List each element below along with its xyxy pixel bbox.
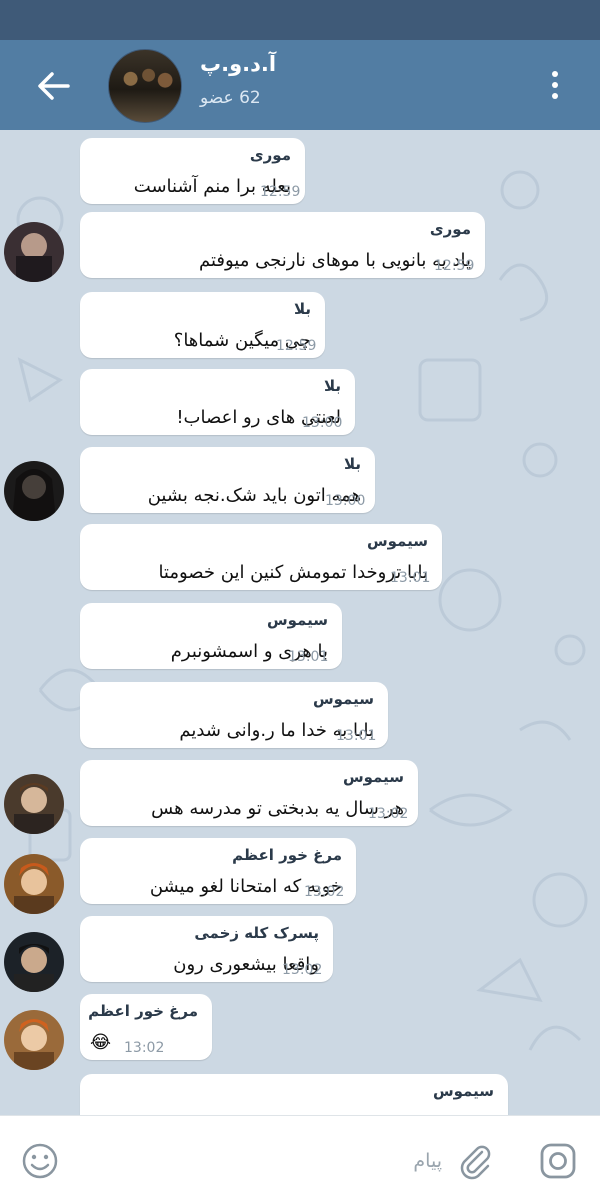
list-item[interactable]: پسرک کله زخمی واقعا بیشعوری رون 13:02	[0, 914, 600, 992]
message-composer	[0, 1115, 600, 1201]
list-item[interactable]: مرغ خور اعظم خوبه که امتحانا لغو میشن 13…	[0, 836, 600, 914]
sender-name[interactable]: بلا	[294, 300, 311, 318]
list-item[interactable]: سیموس	[0, 1070, 600, 1115]
message-time: 12:59	[276, 338, 317, 354]
message-bubble[interactable]: پسرک کله زخمی واقعا بیشعوری رون 13:02	[80, 916, 333, 982]
camera-icon[interactable]	[538, 1141, 578, 1181]
message-time: 13:00	[302, 415, 343, 431]
message-text: یاد یه بانویی با موهای نارنجی میوفتم	[198, 250, 471, 271]
message-bubble[interactable]: مرغ خور اعظم خوبه که امتحانا لغو میشن 13…	[80, 838, 356, 904]
list-item[interactable]: سیموس با هری و اسمشونبرم 13:01	[0, 601, 600, 677]
message-time: 13:02	[304, 884, 345, 900]
emoji-text: 😂	[90, 1032, 112, 1053]
message-bubble[interactable]: سیموس بابا تروخدا تمومش کنین این خصومتا …	[80, 524, 442, 590]
message-bubble[interactable]: موری یاد یه بانویی با موهای نارنجی میوفت…	[80, 212, 485, 278]
avatar[interactable]	[4, 854, 64, 914]
list-item[interactable]: بلا لعنتی های رو اعصاب! 13:00	[0, 367, 600, 443]
list-item[interactable]: بلا چی میگین شماها؟ 12:59	[0, 288, 600, 364]
member-count: 62 عضو	[200, 88, 261, 108]
sender-name[interactable]: سیموس	[343, 768, 404, 786]
list-item[interactable]: سیموس بابا تروخدا تمومش کنین این خصومتا …	[0, 522, 600, 598]
sender-name[interactable]: مرغ خور اعظم	[88, 1002, 198, 1020]
sender-name[interactable]: بلا	[344, 455, 361, 473]
avatar[interactable]	[4, 932, 64, 992]
message-bubble[interactable]: بلا همه اتون باید شک.نجه بشین 13:00	[80, 447, 375, 513]
chat-header: آ.د.و.پ 62 عضو	[0, 40, 600, 130]
sender-name[interactable]: بلا	[324, 377, 341, 395]
message-time: 13:01	[288, 649, 329, 665]
message-time: 13:02	[282, 962, 323, 978]
list-item[interactable]: سیموس بابا به خدا ما ر.وانی شدیم 13:01	[0, 680, 600, 756]
sender-name[interactable]: موری	[430, 220, 471, 238]
message-time: 12:59	[434, 258, 475, 274]
back-arrow-icon[interactable]	[34, 68, 74, 104]
paperclip-icon[interactable]	[455, 1140, 495, 1180]
sender-name[interactable]: سیموس	[267, 611, 328, 629]
message-text: بابا تروخدا تمومش کنین این خصومتا	[158, 562, 428, 583]
message-bubble[interactable]: سیموس با هری و اسمشونبرم 13:01	[80, 603, 342, 669]
message-time: 13:00	[325, 493, 366, 509]
message-list[interactable]: موری بعله برا منم آشناست 12:59 موری یاد …	[0, 130, 600, 1115]
sender-name[interactable]: مرغ خور اعظم	[232, 846, 342, 864]
message-bubble[interactable]: بلا لعنتی های رو اعصاب! 13:00	[80, 369, 355, 435]
message-time: 13:01	[336, 728, 377, 744]
sender-name[interactable]: پسرک کله زخمی	[194, 924, 319, 942]
message-time: 13:02	[368, 806, 409, 822]
group-avatar[interactable]	[108, 49, 182, 123]
emoji-icon[interactable]	[20, 1141, 60, 1181]
avatar[interactable]	[4, 222, 64, 282]
avatar[interactable]	[4, 774, 64, 834]
sender-name[interactable]: سیموس	[433, 1082, 494, 1100]
message-time: 13:01	[390, 570, 431, 586]
message-bubble[interactable]: سیموس	[80, 1074, 508, 1115]
list-item[interactable]: موری بعله برا منم آشناست 12:59	[0, 130, 600, 206]
message-text: هر سال یه بدبختی تو مدرسه هس	[151, 798, 404, 819]
sender-name[interactable]: سیموس	[367, 532, 428, 550]
message-time: 13:02	[124, 1040, 165, 1056]
group-title[interactable]: آ.د.و.پ	[200, 52, 276, 76]
list-item[interactable]: بلا همه اتون باید شک.نجه بشین 13:00	[0, 445, 600, 521]
message-bubble[interactable]: سیموس بابا به خدا ما ر.وانی شدیم 13:01	[80, 682, 388, 748]
avatar[interactable]	[4, 1010, 64, 1070]
list-item[interactable]: سیموس هر سال یه بدبختی تو مدرسه هس 13:02	[0, 758, 600, 834]
list-item[interactable]: مرغ خور اعظم 😂 13:02	[0, 992, 600, 1070]
sender-name[interactable]: سیموس	[313, 690, 374, 708]
message-bubble[interactable]: موری بعله برا منم آشناست 12:59	[80, 138, 305, 204]
message-bubble[interactable]: سیموس هر سال یه بدبختی تو مدرسه هس 13:02	[80, 760, 418, 826]
message-input[interactable]	[80, 1138, 444, 1184]
message-bubble[interactable]: بلا چی میگین شماها؟ 12:59	[80, 292, 325, 358]
message-time: 12:59	[260, 184, 301, 200]
avatar[interactable]	[4, 461, 64, 521]
list-item[interactable]: موری یاد یه بانویی با موهای نارنجی میوفت…	[0, 208, 600, 284]
message-bubble[interactable]: مرغ خور اعظم 😂 13:02	[80, 994, 212, 1060]
more-options-icon[interactable]	[540, 68, 570, 104]
sender-name[interactable]: موری	[250, 146, 291, 164]
status-bar	[0, 0, 600, 40]
